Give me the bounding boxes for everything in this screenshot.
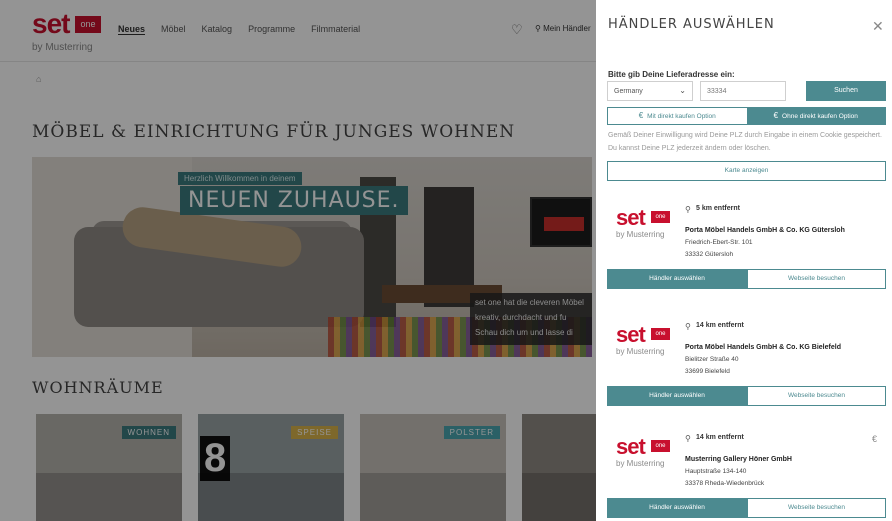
dealer-city: 33378 Rheda-Wiedenbrück: [685, 480, 765, 487]
select-dealer-button[interactable]: Händler auswählen: [607, 386, 747, 406]
dealer-distance: 14 km entfernt: [696, 434, 744, 441]
euro-icon: €: [638, 111, 644, 120]
dealer-name: Porta Möbel Handels GmbH & Co. KG Güters…: [685, 227, 845, 234]
logo-subtitle: by Musterring: [616, 347, 665, 356]
location-pin-icon: ⚲: [685, 205, 691, 214]
euro-icon: €: [872, 434, 878, 444]
location-pin-icon: ⚲: [685, 322, 691, 331]
country-select[interactable]: Germany ⌄: [607, 81, 693, 101]
cookie-consent-text: Gemäß Deiner Einwilligung wird Deine PLZ…: [608, 132, 882, 152]
select-dealer-button[interactable]: Händler auswählen: [607, 498, 747, 518]
select-dealer-button[interactable]: Händler auswählen: [607, 269, 747, 289]
country-value: Germany: [614, 88, 643, 95]
modal-backdrop[interactable]: [0, 0, 596, 521]
dealer-name: Porta Möbel Handels GmbH & Co. KG Bielef…: [685, 344, 841, 351]
dealer-street: Hauptstraße 134-140: [685, 468, 747, 475]
panel-title: HÄNDLER AUSWÄHLEN: [608, 17, 775, 32]
logo-wordmark: set: [616, 205, 646, 230]
euro-icon: €: [773, 111, 779, 120]
logo-wordmark: set: [616, 434, 646, 459]
close-icon[interactable]: ✕: [872, 19, 884, 33]
option-without-direct-buy[interactable]: € Ohne direkt kaufen Option: [746, 108, 885, 124]
option-label: Mit direkt kaufen Option: [647, 113, 716, 120]
dealer-street: Bielitzer Straße 40: [685, 356, 739, 363]
dealer-card: set one by Musterring ⚲ 14 km entfernt P…: [607, 314, 886, 424]
logo-badge: one: [651, 211, 670, 223]
dealer-panel: HÄNDLER AUSWÄHLEN ✕ Bitte gib Deine Lief…: [596, 0, 892, 521]
search-button[interactable]: Suchen: [806, 81, 886, 101]
zip-value: 33334: [707, 88, 727, 95]
dealer-logo: set one by Musterring: [616, 205, 676, 250]
logo-badge: one: [651, 328, 670, 340]
purchase-option-toggle: € Mit direkt kaufen Option € Ohne direkt k…: [607, 107, 886, 125]
visit-website-button[interactable]: Webseite besuchen: [747, 498, 886, 518]
location-pin-icon: ⚲: [685, 434, 691, 443]
address-label: Bitte gib Deine Lieferadresse ein:: [608, 70, 735, 79]
logo-subtitle: by Musterring: [616, 459, 665, 468]
dealer-distance: 5 km entfernt: [696, 205, 740, 212]
chevron-down-icon: ⌄: [679, 86, 686, 95]
dealer-city: 33699 Bielefeld: [685, 368, 730, 375]
dealer-card: set one by Musterring ⚲ 14 km entfernt €…: [607, 426, 886, 521]
logo-badge: one: [651, 440, 670, 452]
dealer-card: set one by Musterring ⚲ 5 km entfernt Po…: [607, 197, 886, 307]
zip-input[interactable]: 33334: [700, 81, 786, 101]
dealer-distance: 14 km entfernt: [696, 322, 744, 329]
show-map-button[interactable]: Karte anzeigen: [607, 161, 886, 181]
logo-subtitle: by Musterring: [616, 230, 665, 239]
logo-wordmark: set: [616, 322, 646, 347]
visit-website-button[interactable]: Webseite besuchen: [747, 386, 886, 406]
option-label: Ohne direkt kaufen Option: [782, 113, 858, 120]
dealer-logo: set one by Musterring: [616, 322, 676, 367]
visit-website-button[interactable]: Webseite besuchen: [747, 269, 886, 289]
option-with-direct-buy[interactable]: € Mit direkt kaufen Option: [608, 108, 747, 124]
dealer-name: Musterring Gallery Höner GmbH: [685, 456, 792, 463]
dealer-street: Friedrich-Ebert-Str. 101: [685, 239, 753, 246]
dealer-city: 33332 Gütersloh: [685, 251, 734, 258]
dealer-logo: set one by Musterring: [616, 434, 676, 479]
